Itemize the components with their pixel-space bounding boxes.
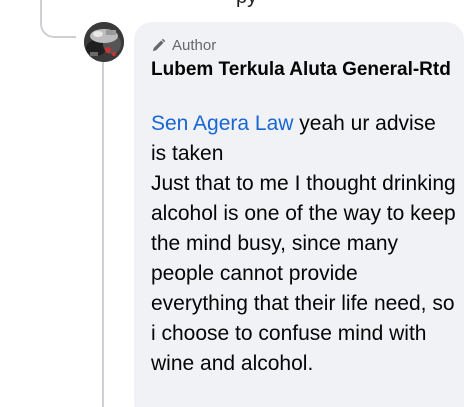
comment-paragraph: Just that to me I thought drinking alcoh… [151,172,456,375]
comment-bubble: Author Lubem Terkula Aluta General-Rtd S… [134,22,464,407]
thread-line-reply [102,58,104,407]
author-badge: Author [151,37,216,54]
mention-link[interactable]: Sen Agera Law [151,112,293,135]
previous-reply-text: py [236,0,257,9]
pencil-icon [151,38,166,53]
thread-connector-curve [40,8,76,38]
comment-thread-view: py Author Lubem Terkula Aluta G [0,0,475,407]
comment-author-name[interactable]: Lubem Terkula Aluta General-Rtd [151,58,451,82]
comment-text: Sen Agera Law yeah ur advise is taken Ju… [151,109,456,379]
author-badge-label: Author [172,37,217,54]
avatar[interactable] [84,22,124,62]
